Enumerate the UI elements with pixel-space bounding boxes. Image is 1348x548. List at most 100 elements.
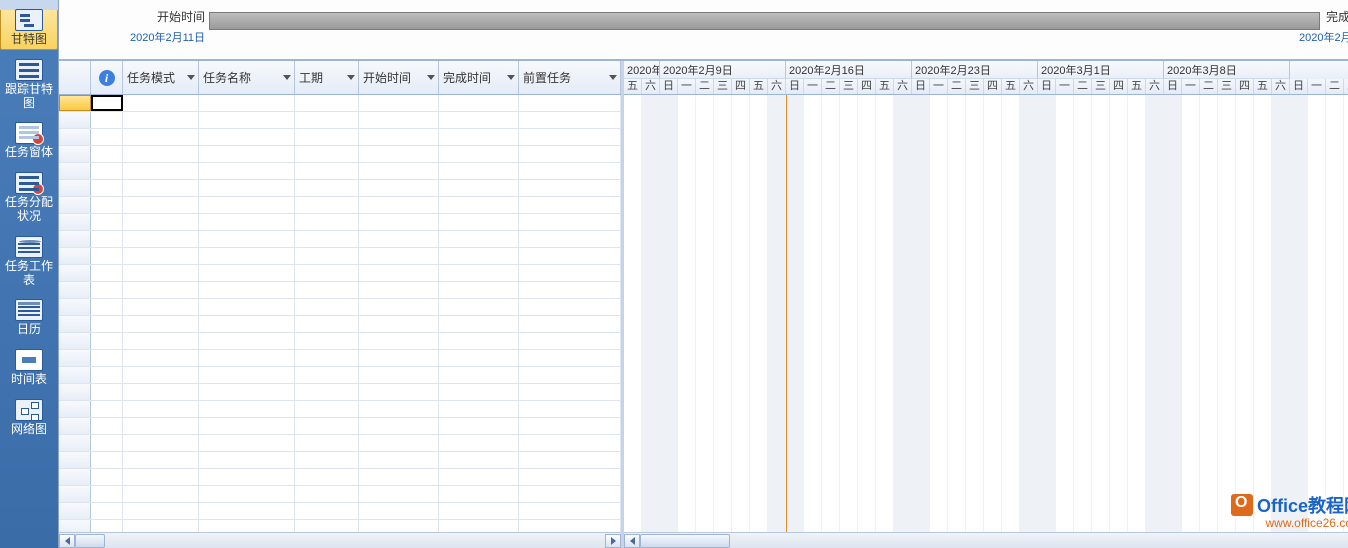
sidebar-item-sheet[interactable]: 任务工作 表 bbox=[0, 231, 58, 291]
day-header[interactable]: 一 bbox=[804, 79, 822, 94]
row-header[interactable] bbox=[59, 112, 91, 128]
table-row[interactable] bbox=[59, 520, 621, 532]
table-row[interactable] bbox=[59, 367, 621, 384]
row-header[interactable] bbox=[59, 163, 91, 179]
row-header[interactable] bbox=[59, 129, 91, 145]
sidebar-item-gantt[interactable]: 甘特图 bbox=[0, 4, 58, 50]
day-header[interactable]: 日 bbox=[1290, 79, 1308, 94]
row-header[interactable] bbox=[59, 367, 91, 383]
table-row[interactable] bbox=[59, 95, 621, 112]
day-header[interactable]: 五 bbox=[750, 79, 768, 94]
table-row[interactable] bbox=[59, 299, 621, 316]
sidebar-item-time[interactable]: 时间表 bbox=[0, 344, 58, 390]
row-info-cell[interactable] bbox=[91, 503, 123, 519]
day-header[interactable]: 三 bbox=[714, 79, 732, 94]
row-info-cell[interactable] bbox=[91, 435, 123, 451]
table-row[interactable] bbox=[59, 401, 621, 418]
scroll-thumb[interactable] bbox=[640, 534, 730, 548]
day-header[interactable]: 二 bbox=[1200, 79, 1218, 94]
row-info-cell[interactable] bbox=[91, 197, 123, 213]
week-header[interactable]: 2020年2月23日 bbox=[912, 61, 1038, 79]
row-info-cell[interactable] bbox=[91, 282, 123, 298]
table-row[interactable] bbox=[59, 231, 621, 248]
day-header[interactable]: 日 bbox=[912, 79, 930, 94]
row-header[interactable] bbox=[59, 95, 91, 111]
day-header[interactable]: 六 bbox=[1020, 79, 1038, 94]
row-info-cell[interactable] bbox=[91, 384, 123, 400]
day-header[interactable]: 六 bbox=[894, 79, 912, 94]
row-info-cell[interactable] bbox=[91, 299, 123, 315]
row-header[interactable] bbox=[59, 248, 91, 264]
row-header[interactable] bbox=[59, 486, 91, 502]
day-header[interactable]: 五 bbox=[1002, 79, 1020, 94]
row-info-cell[interactable] bbox=[91, 146, 123, 162]
row-info-cell[interactable] bbox=[91, 112, 123, 128]
row-info-cell[interactable] bbox=[91, 469, 123, 485]
day-header[interactable]: 一 bbox=[1308, 79, 1326, 94]
day-header[interactable]: 二 bbox=[948, 79, 966, 94]
row-header[interactable] bbox=[59, 401, 91, 417]
row-info-cell[interactable] bbox=[91, 486, 123, 502]
row-header[interactable] bbox=[59, 231, 91, 247]
row-header[interactable] bbox=[59, 469, 91, 485]
row-header[interactable] bbox=[59, 503, 91, 519]
timeline-slider[interactable] bbox=[209, 12, 1320, 30]
day-header[interactable]: 四 bbox=[732, 79, 750, 94]
sidebar-item-cal[interactable]: 日历 bbox=[0, 294, 58, 340]
col-end-time[interactable]: 完成时间 bbox=[439, 61, 519, 94]
row-info-cell[interactable] bbox=[91, 180, 123, 196]
row-info-cell[interactable] bbox=[91, 248, 123, 264]
day-header[interactable]: 日 bbox=[1164, 79, 1182, 94]
day-header[interactable]: 一 bbox=[930, 79, 948, 94]
col-duration[interactable]: 工期 bbox=[295, 61, 359, 94]
day-header[interactable]: 三 bbox=[1092, 79, 1110, 94]
day-header[interactable]: 二 bbox=[822, 79, 840, 94]
table-row[interactable] bbox=[59, 112, 621, 129]
day-header[interactable]: 五 bbox=[624, 79, 642, 94]
day-header[interactable]: 三 bbox=[966, 79, 984, 94]
row-header[interactable] bbox=[59, 333, 91, 349]
day-header[interactable]: 六 bbox=[642, 79, 660, 94]
grid-rowheader-col[interactable] bbox=[59, 61, 91, 94]
sidebar-item-net[interactable]: 网络图 bbox=[0, 394, 58, 440]
col-task-name[interactable]: 任务名称 bbox=[199, 61, 295, 94]
week-header[interactable]: 2020年2月2日 bbox=[624, 61, 660, 79]
scroll-right-button[interactable] bbox=[605, 534, 621, 548]
day-header[interactable]: 六 bbox=[1146, 79, 1164, 94]
day-header[interactable]: 二 bbox=[1074, 79, 1092, 94]
scroll-left-button[interactable] bbox=[59, 534, 75, 548]
row-header[interactable] bbox=[59, 418, 91, 434]
table-row[interactable] bbox=[59, 452, 621, 469]
day-header[interactable]: 三 bbox=[1344, 79, 1348, 94]
day-header[interactable]: 日 bbox=[1038, 79, 1056, 94]
table-row[interactable] bbox=[59, 197, 621, 214]
row-info-cell[interactable] bbox=[91, 163, 123, 179]
row-info-cell[interactable] bbox=[91, 231, 123, 247]
week-header[interactable]: 2020年3月1日 bbox=[1038, 61, 1164, 79]
day-header[interactable]: 三 bbox=[1218, 79, 1236, 94]
table-row[interactable] bbox=[59, 248, 621, 265]
row-info-cell[interactable] bbox=[91, 95, 123, 111]
day-header[interactable]: 四 bbox=[858, 79, 876, 94]
table-row[interactable] bbox=[59, 316, 621, 333]
day-header[interactable]: 五 bbox=[1128, 79, 1146, 94]
table-row[interactable] bbox=[59, 214, 621, 231]
week-header[interactable]: 2020年2月9日 bbox=[660, 61, 786, 79]
week-header[interactable]: 2020年3月8日 bbox=[1164, 61, 1290, 79]
col-task-mode[interactable]: 任务模式 bbox=[123, 61, 199, 94]
row-header[interactable] bbox=[59, 146, 91, 162]
row-info-cell[interactable] bbox=[91, 129, 123, 145]
sidebar-item-track[interactable]: 跟踪甘特 图 bbox=[0, 54, 58, 114]
row-info-cell[interactable] bbox=[91, 452, 123, 468]
table-row[interactable] bbox=[59, 418, 621, 435]
row-info-cell[interactable] bbox=[91, 350, 123, 366]
day-header[interactable]: 四 bbox=[1110, 79, 1128, 94]
row-header[interactable] bbox=[59, 197, 91, 213]
row-header[interactable] bbox=[59, 350, 91, 366]
table-row[interactable] bbox=[59, 350, 621, 367]
table-row[interactable] bbox=[59, 180, 621, 197]
col-start-time[interactable]: 开始时间 bbox=[359, 61, 439, 94]
scroll-thumb[interactable] bbox=[75, 534, 105, 548]
table-row[interactable] bbox=[59, 129, 621, 146]
day-header[interactable]: 日 bbox=[786, 79, 804, 94]
